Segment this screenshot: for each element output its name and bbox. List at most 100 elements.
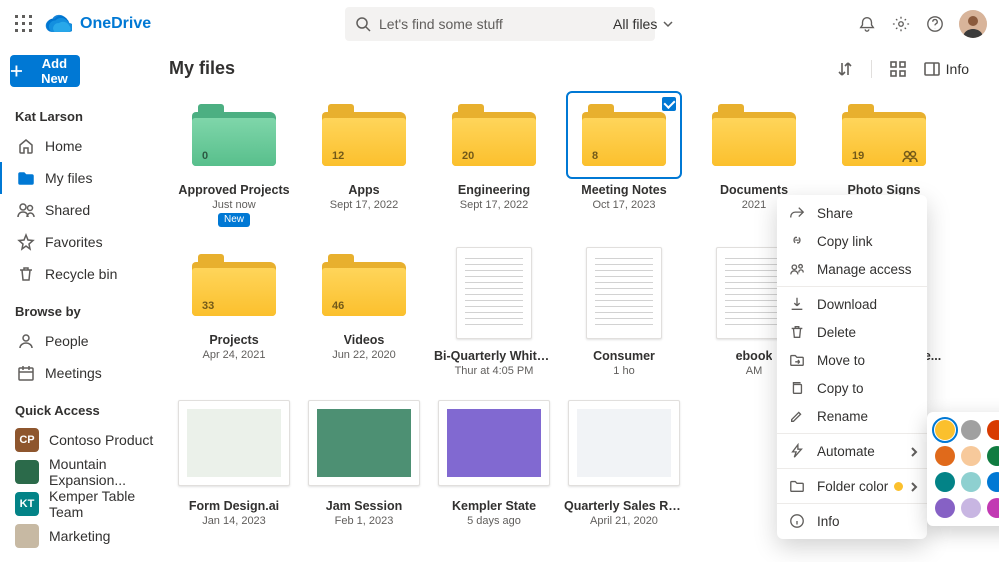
brand[interactable]: OneDrive [44,10,151,38]
copyto-icon [789,380,805,396]
file-thumb [568,400,680,486]
star-icon [17,233,35,251]
help-icon[interactable] [919,8,951,40]
context-menu-automate[interactable]: Automate [777,437,927,465]
color-swatch[interactable] [987,446,999,466]
notifications-icon[interactable] [851,8,883,40]
sidebar-nav-label: Shared [45,202,90,218]
context-menu-delete[interactable]: Delete [777,318,927,346]
context-menu-manage-access[interactable]: Manage access [777,255,927,283]
color-swatch[interactable] [961,420,981,440]
add-new-button[interactable]: Add New [10,55,80,87]
tile-name: Videos [344,333,385,347]
color-swatch[interactable] [961,498,981,518]
folder-tile[interactable]: 0 Approved Projects Just now New [169,93,299,227]
user-avatar[interactable] [959,10,987,38]
context-menu-info[interactable]: Info [777,507,927,535]
file-tile[interactable]: Quarterly Sales Report April 21, 2020 [559,393,689,527]
sidebar-section-browse[interactable]: Browse by [0,290,169,325]
color-swatch[interactable] [935,498,955,518]
sidebar-section-user[interactable]: Kat Larson [0,95,169,130]
color-swatch[interactable] [935,472,955,492]
context-menu-share[interactable]: Share [777,199,927,227]
sidebar-browse-label: Meetings [45,365,102,381]
folder-tile[interactable]: 46 Videos Jun 22, 2020 [299,243,429,377]
delete-icon [789,324,805,340]
context-menu-copy-link[interactable]: Copy link [777,227,927,255]
context-menu-label: Move to [817,353,865,368]
search-filter-dropdown[interactable]: All files [601,7,685,41]
folder-tile[interactable]: 12 Apps Sept 17, 2022 [299,93,429,227]
sidebar-browse-meetings[interactable]: Meetings [0,357,169,389]
info-pane-button[interactable]: Info [924,61,969,77]
new-badge: New [218,213,250,227]
sidebar-browse-label: People [45,333,89,349]
file-tile[interactable]: Kempler State 5 days ago [429,393,559,527]
sidebar-section-quick[interactable]: Quick Access [0,389,169,424]
context-menu-copy-to[interactable]: Copy to [777,374,927,402]
context-menu-download[interactable]: Download [777,290,927,318]
sidebar-nav-recycle-bin[interactable]: Recycle bin [0,258,169,290]
folder-tile[interactable]: 33 Projects Apr 24, 2021 [169,243,299,377]
tile-meta: Jan 14, 2023 [202,515,266,527]
document-thumb [456,247,532,339]
context-menu-label: Copy to [817,381,864,396]
quick-access-item[interactable]: KTKemper Table Team [0,488,169,520]
color-swatch[interactable] [987,420,999,440]
current-color-dot [894,482,903,491]
context-menu-label: Download [817,297,877,312]
context-menu-label: Folder color [817,479,888,494]
color-swatch[interactable] [935,420,955,440]
sidebar-nav-shared[interactable]: Shared [0,194,169,226]
file-tile[interactable]: Jam Session Feb 1, 2023 [299,393,429,527]
quick-access-item[interactable]: Marketing [0,520,169,552]
file-tile[interactable]: Form Design.ai Jan 14, 2023 [169,393,299,527]
color-swatch[interactable] [935,446,955,466]
sidebar-browse-people[interactable]: People [0,325,169,357]
quick-access-item[interactable]: Mountain Expansion... [0,456,169,488]
folder-item-count: 33 [202,300,214,312]
chevron-right-icon [909,480,919,490]
context-menu-sep [777,433,927,434]
sidebar-nav-home[interactable]: Home [0,130,169,162]
main-pane: My files Info 0 Approved Projects Just n… [169,48,999,562]
context-menu-move-to[interactable]: Move to [777,346,927,374]
folder-tile[interactable]: 20 Engineering Sept 17, 2022 [429,93,559,227]
plus-icon [10,64,23,78]
access-icon [789,261,805,277]
rename-icon [789,408,805,424]
file-tile[interactable]: Bi-Quarterly White... Thur at 4:05 PM [429,243,559,377]
sidebar-nav-favorites[interactable]: Favorites [0,226,169,258]
context-menu-folder-color[interactable]: Folder color [777,472,927,500]
quick-access-label: Contoso Product [49,432,153,448]
folder-tile[interactable]: 8 Meeting Notes Oct 17, 2023 [559,93,689,227]
app-launcher-icon[interactable] [8,8,40,40]
tile-meta: Oct 17, 2023 [593,199,656,211]
more-places-link[interactable]: More places... [0,552,169,562]
file-tile[interactable]: Consumer 1 ho [559,243,689,377]
color-swatch[interactable] [987,472,999,492]
brand-name: OneDrive [80,15,151,33]
context-menu-rename[interactable]: Rename [777,402,927,430]
color-swatch[interactable] [961,472,981,492]
color-swatch[interactable] [961,446,981,466]
folder-icon: 33 [192,254,276,316]
folder-item-count: 12 [332,150,344,162]
info-pane-label: Info [946,61,969,77]
color-swatch[interactable] [987,498,999,518]
sort-button[interactable] [837,61,853,77]
context-menu-label: Rename [817,409,868,424]
folder-icon: 19 [842,104,926,166]
add-new-label: Add New [29,56,80,86]
folder-icon [17,169,35,187]
context-menu-label: Automate [817,444,875,459]
context-menu-label: Copy link [817,234,873,249]
view-actions: Info [837,60,969,78]
view-toggle-button[interactable] [890,61,906,77]
folder-icon: 12 [322,104,406,166]
tile-name: Apps [348,183,379,197]
sidebar-nav-my-files[interactable]: My files [0,162,169,194]
settings-icon[interactable] [885,8,917,40]
quick-access-item[interactable]: CPContoso Product [0,424,169,456]
tile-meta: 1 ho [613,365,634,377]
